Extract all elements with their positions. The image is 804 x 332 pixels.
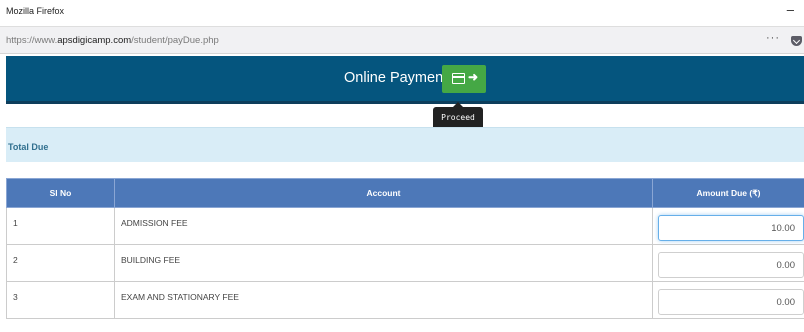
sl-no-cell: 3	[6, 281, 115, 319]
column-header-sl-no: Sl No	[6, 178, 115, 208]
dues-table: Sl No Account Amount Due (₹) 1 ADMISSION…	[6, 178, 804, 319]
amount-cell	[652, 281, 804, 319]
url-path: /student/payDue.php	[131, 35, 219, 46]
column-header-account: Account	[114, 178, 653, 208]
page-title: Online Payment	[344, 70, 448, 86]
proceed-payment-button[interactable]: ➜	[442, 65, 486, 93]
amount-input[interactable]	[658, 215, 804, 241]
account-cell: BUILDING FEE	[114, 244, 653, 282]
url-text[interactable]: https://www.apsdigicamp.com/student/payD…	[6, 35, 219, 46]
table-row: 1 ADMISSION FEE	[6, 207, 804, 245]
sl-no-cell: 2	[6, 244, 115, 282]
page-actions-menu-button[interactable]: ···	[766, 32, 780, 44]
table-row: 3 EXAM AND STATIONARY FEE	[6, 281, 804, 319]
table-row: 2 BUILDING FEE	[6, 244, 804, 282]
pocket-icon[interactable]	[791, 36, 802, 46]
total-due-label: Total Due	[8, 142, 49, 152]
table-header-row: Sl No Account Amount Due (₹)	[6, 178, 804, 208]
browser-titlebar: Mozilla Firefox –	[0, 0, 804, 26]
amount-cell	[652, 207, 804, 245]
url-domain: apsdigicamp.com	[57, 35, 132, 46]
amount-input[interactable]	[658, 252, 804, 278]
url-prefix: https://www.	[6, 35, 58, 46]
arrow-right-icon: ➜	[468, 70, 479, 84]
account-cell: ADMISSION FEE	[114, 207, 653, 245]
address-bar[interactable]: https://www.apsdigicamp.com/student/payD…	[0, 26, 804, 54]
window-title: Mozilla Firefox	[6, 6, 65, 16]
column-header-amount-due: Amount Due (₹)	[652, 178, 804, 208]
amount-cell	[652, 244, 804, 282]
sl-no-cell: 1	[6, 207, 115, 245]
total-due-panel: Total Due	[6, 127, 804, 162]
account-cell: EXAM AND STATIONARY FEE	[114, 281, 653, 319]
credit-card-icon	[452, 73, 465, 84]
minimize-button[interactable]: –	[787, 2, 794, 17]
page-header: Online Payment ➜	[6, 56, 804, 104]
amount-input[interactable]	[658, 289, 804, 315]
